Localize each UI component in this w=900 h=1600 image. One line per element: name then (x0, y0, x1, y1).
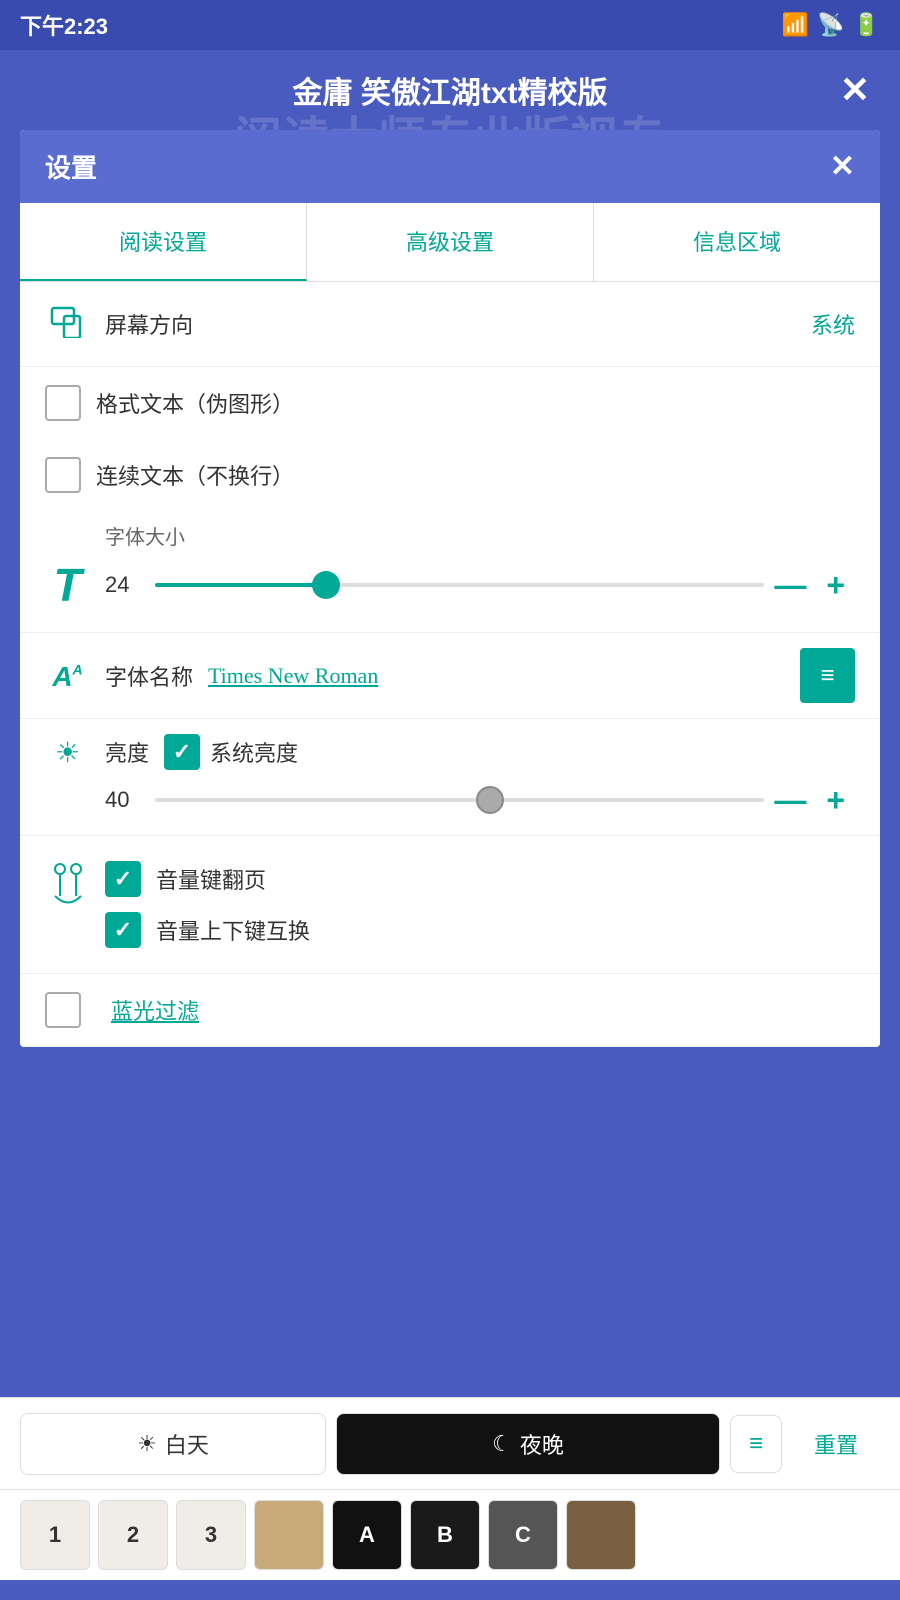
continuous-text-row: 连续文本（不换行） (20, 439, 880, 511)
brightness-decrease-button[interactable]: — (774, 782, 806, 819)
style-swatch-C[interactable]: C (488, 1500, 558, 1570)
day-theme-button[interactable]: ☀ 白天 (20, 1413, 326, 1475)
screen-orientation-label: 屏幕方向 (105, 308, 811, 340)
format-text-label: 格式文本（伪图形） (96, 387, 294, 419)
vol-swap-row: 音量上下键互换 (105, 907, 855, 953)
brightness-value: 40 (105, 787, 140, 813)
font-menu-button[interactable]: ≡ (800, 648, 855, 703)
bluelight-row: 蓝光过滤 (20, 974, 880, 1047)
reset-label: 重置 (814, 1428, 858, 1460)
font-size-icon: T (45, 558, 90, 612)
font-size-decrease-button[interactable]: — (774, 567, 806, 604)
screen-orientation-value[interactable]: 系统 (811, 308, 855, 340)
font-size-increase-button[interactable]: + (826, 567, 845, 604)
sun-icon: ☀ (137, 1431, 157, 1457)
volume-icon (45, 861, 90, 919)
settings-panel: 设置 ✕ 阅读设置 高级设置 信息区域 屏幕方向 系统 (20, 130, 880, 1047)
tabs-container: 阅读设置 高级设置 信息区域 (20, 203, 880, 282)
brightness-header: ☀ 亮度 系统亮度 (45, 734, 855, 770)
vol-swap-checkbox[interactable] (105, 912, 141, 948)
vol-flip-label: 音量键翻页 (156, 863, 266, 895)
signal-icon: 📶 (782, 12, 809, 38)
brightness-track (155, 798, 764, 802)
status-bar: 下午2:23 📶 📡 🔋 (0, 0, 900, 50)
vol-flip-checkbox[interactable] (105, 861, 141, 897)
screen-orientation-row: 屏幕方向 系统 (20, 282, 880, 367)
style-swatch-3[interactable]: 3 (176, 1500, 246, 1570)
style-swatch-brown[interactable] (566, 1500, 636, 1570)
continuous-text-checkbox[interactable] (45, 457, 81, 493)
style-swatch-tan[interactable] (254, 1500, 324, 1570)
font-name-icon: AA (45, 657, 90, 694)
settings-content: 屏幕方向 系统 格式文本（伪图形） 连续文本（不换行） 字体大小 T 24 — (20, 282, 880, 1047)
screen-orientation-icon (45, 302, 90, 346)
tab-read-settings[interactable]: 阅读设置 (20, 203, 307, 281)
style-swatch-B[interactable]: B (410, 1500, 480, 1570)
battery-icon: 🔋 (853, 12, 880, 38)
tab-info-area[interactable]: 信息区域 (594, 203, 880, 281)
bluelight-label[interactable]: 蓝光过滤 (111, 994, 199, 1026)
theme-list-button[interactable]: ≡ (730, 1415, 782, 1473)
vol-swap-label: 音量上下键互换 (156, 914, 310, 946)
moon-icon: ☾ (492, 1431, 512, 1457)
bluelight-checkbox[interactable] (45, 992, 81, 1028)
font-name-row: AA 字体名称 Times New Roman ≡ (20, 633, 880, 719)
volume-options: 音量键翻页 音量上下键互换 (105, 856, 855, 953)
tab-advanced-settings[interactable]: 高级设置 (307, 203, 594, 281)
brightness-thumb[interactable] (476, 786, 504, 814)
system-brightness-label: 系统亮度 (210, 736, 298, 768)
brightness-row-icon: ☀ (45, 736, 90, 769)
system-brightness-checkbox[interactable] (164, 734, 200, 770)
theme-bar: ☀ 白天 ☾ 夜晚 ≡ 重置 (0, 1397, 900, 1490)
brightness-increase-button[interactable]: + (826, 782, 845, 819)
time: 下午2:23 (20, 9, 108, 41)
book-title: 金庸 笑傲江湖txt精校版 (293, 68, 608, 112)
theme-reset-button[interactable]: 重置 (792, 1414, 880, 1474)
title-close-button[interactable]: ✕ (840, 69, 870, 111)
day-label: 白天 (165, 1428, 209, 1460)
title-bar: 金庸 笑傲江湖txt精校版 ✕ (0, 50, 900, 130)
night-label: 夜晚 (520, 1428, 564, 1460)
vol-flip-row: 音量键翻页 (105, 856, 855, 907)
style-swatch-A[interactable]: A (332, 1500, 402, 1570)
style-bar: 1 2 3 A B C (0, 1489, 900, 1580)
list-icon: ≡ (749, 1430, 763, 1458)
font-menu-icon: ≡ (820, 662, 834, 690)
font-size-section: 字体大小 T 24 — + (20, 511, 880, 633)
continuous-text-label: 连续文本（不换行） (96, 459, 294, 491)
settings-close-button[interactable]: ✕ (830, 149, 855, 184)
font-size-slider[interactable] (155, 565, 764, 605)
brightness-slider-row: 40 — + (45, 780, 855, 820)
font-name-value[interactable]: Times New Roman (208, 663, 800, 689)
font-size-fill (155, 583, 326, 587)
brightness-label: 亮度 (105, 736, 149, 768)
settings-title: 设置 (45, 148, 97, 185)
status-icons: 📶 📡 🔋 (782, 12, 880, 38)
format-text-row: 格式文本（伪图形） (20, 367, 880, 439)
volume-section: 音量键翻页 音量上下键互换 (20, 836, 880, 974)
font-size-value: 24 (105, 572, 140, 598)
night-theme-button[interactable]: ☾ 夜晚 (336, 1413, 720, 1475)
settings-header: 设置 ✕ (20, 130, 880, 203)
font-size-track (155, 583, 764, 587)
wifi-icon: 📡 (817, 12, 844, 38)
brightness-fill (155, 798, 490, 802)
font-name-label: 字体名称 (105, 660, 193, 692)
style-swatch-1[interactable]: 1 (20, 1500, 90, 1570)
format-text-checkbox[interactable] (45, 385, 81, 421)
font-size-label: 字体大小 (45, 521, 855, 550)
style-swatch-2[interactable]: 2 (98, 1500, 168, 1570)
brightness-slider[interactable] (155, 780, 764, 820)
font-size-thumb[interactable] (312, 571, 340, 599)
brightness-section: ☀ 亮度 系统亮度 40 — + (20, 719, 880, 836)
